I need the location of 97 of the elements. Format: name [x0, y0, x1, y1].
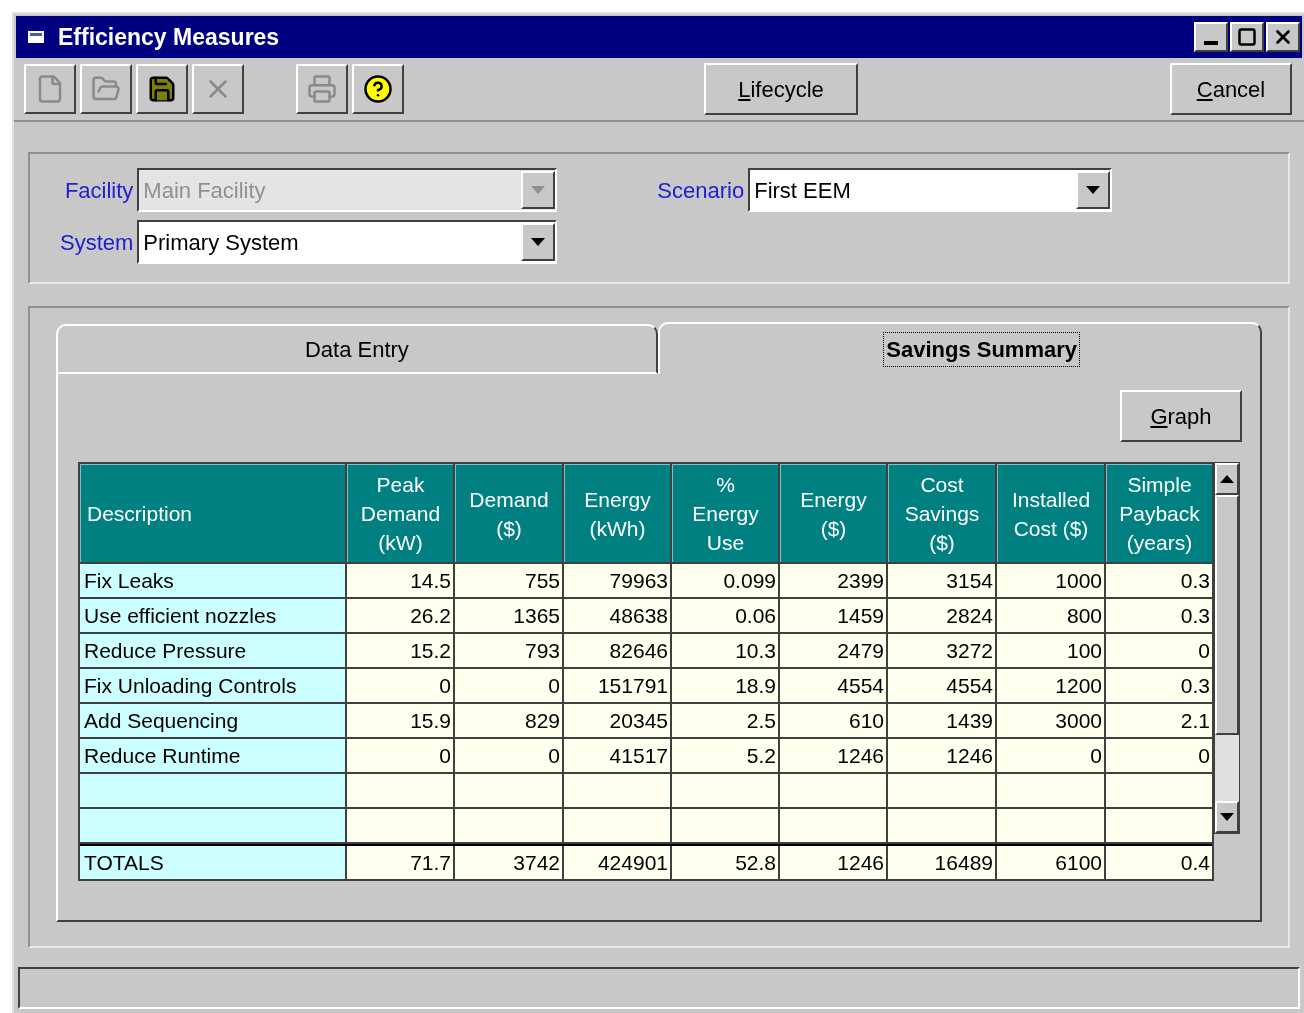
column-header: % Energy Use — [672, 464, 778, 562]
table-cell: 52.8 — [672, 846, 778, 879]
toolbar-button[interactable] — [352, 64, 404, 114]
toolbar-button[interactable] — [136, 64, 188, 114]
column-header: Simple Payback (years) — [1106, 464, 1212, 562]
table-cell: 3154 — [888, 564, 995, 597]
table-cell: 0 — [455, 669, 562, 702]
table-cell: 16489 — [888, 846, 995, 879]
table-cell: Fix Unloading Controls — [80, 669, 345, 702]
column-header: Description — [80, 464, 345, 562]
field-label: System — [60, 228, 134, 257]
vertical-scrollbar[interactable] — [1214, 462, 1240, 834]
field-label: Scenario — [657, 176, 745, 205]
table-cell: 6100 — [997, 846, 1104, 879]
table-cell: Use efficient nozzles — [80, 599, 345, 632]
table-cell: 71.7 — [347, 846, 453, 879]
table-cell: 1459 — [780, 599, 886, 632]
maximize-icon — [1237, 27, 1257, 47]
table-cell: 1000 — [997, 564, 1104, 597]
table-cell: Add Sequencing — [80, 704, 345, 737]
table-cell: 0.4 — [1106, 846, 1212, 879]
table-cell: 41517 — [564, 739, 670, 772]
column-header: Cost Savings ($) — [888, 464, 995, 562]
table-cell: Reduce Runtime — [80, 739, 345, 772]
table-cell: 48638 — [564, 599, 670, 632]
table-cell: 82646 — [564, 634, 670, 667]
table-cell: 26.2 — [347, 599, 453, 632]
table-cell: TOTALS — [80, 846, 345, 879]
help-icon — [363, 74, 393, 104]
table-cell: 2399 — [780, 564, 886, 597]
table-cell: 424901 — [564, 846, 670, 879]
table-cell: 755 — [455, 564, 562, 597]
tab[interactable]: Data Entry — [56, 324, 658, 374]
maximize-button[interactable] — [1230, 22, 1264, 52]
table-cell: 0 — [1106, 739, 1212, 772]
column-header: Peak Demand (kW) — [347, 464, 453, 562]
table-cell: 0 — [455, 739, 562, 772]
table-cell: 151791 — [564, 669, 670, 702]
table-cell: 15.9 — [347, 704, 453, 737]
column-header: Demand ($) — [455, 464, 562, 562]
table-cell: 1246 — [780, 846, 886, 879]
scroll-down-icon[interactable] — [1215, 801, 1239, 833]
close-button[interactable] — [1266, 22, 1300, 52]
table-cell: 5.2 — [672, 739, 778, 772]
lifecycle-button[interactable]: Lifecycle — [704, 63, 858, 115]
table-cell: 4554 — [780, 669, 886, 702]
table-cell: 1200 — [997, 669, 1104, 702]
table-cell: 793 — [455, 634, 562, 667]
scroll-thumb[interactable] — [1215, 495, 1239, 735]
table-cell: Fix Leaks — [80, 564, 345, 597]
table-cell: 0.099 — [672, 564, 778, 597]
column-header: Energy (kWh) — [564, 464, 670, 562]
save-icon — [147, 74, 177, 104]
column-header: Energy ($) — [780, 464, 886, 562]
table-cell: 610 — [780, 704, 886, 737]
table-cell: 1439 — [888, 704, 995, 737]
table-cell: Reduce Pressure — [80, 634, 345, 667]
table-cell: 1246 — [780, 739, 886, 772]
table-cell: 10.3 — [672, 634, 778, 667]
dropdown-field[interactable]: First EEM — [748, 168, 1113, 212]
dropdown-field[interactable]: Primary System — [137, 220, 558, 264]
field-label: Facility — [64, 176, 134, 205]
table-cell: 2.1 — [1106, 704, 1212, 737]
table-cell: 800 — [997, 599, 1104, 632]
minimize-button[interactable] — [1194, 22, 1228, 52]
column-header: Installed Cost ($) — [997, 464, 1104, 562]
table-cell: 0 — [997, 739, 1104, 772]
minimize-icon — [1204, 41, 1218, 45]
table-cell: 0 — [347, 669, 453, 702]
table-cell: 4554 — [888, 669, 995, 702]
cancel-button[interactable]: Cancel — [1170, 63, 1292, 115]
table-cell: 0 — [347, 739, 453, 772]
window-title: Efficiency Measures — [58, 22, 281, 52]
table-cell: 0 — [1106, 634, 1212, 667]
table-cell: 1246 — [888, 739, 995, 772]
table-cell: 3272 — [888, 634, 995, 667]
scroll-up-icon[interactable] — [1215, 463, 1239, 495]
table-cell: 18.9 — [672, 669, 778, 702]
table-cell: 14.5 — [347, 564, 453, 597]
table-cell: 79963 — [564, 564, 670, 597]
table-cell: 2479 — [780, 634, 886, 667]
table-cell: 20345 — [564, 704, 670, 737]
table-cell: 100 — [997, 634, 1104, 667]
table-cell: 2824 — [888, 599, 995, 632]
table-cell: 2.5 — [672, 704, 778, 737]
table-cell: 0.06 — [672, 599, 778, 632]
table-cell: 1365 — [455, 599, 562, 632]
tab[interactable]: Savings Summary — [657, 322, 1262, 374]
table-cell: 829 — [455, 704, 562, 737]
table-cell: 0.3 — [1106, 564, 1212, 597]
printer-icon — [307, 74, 337, 104]
table-cell: 0.3 — [1106, 669, 1212, 702]
table-cell: 0.3 — [1106, 599, 1212, 632]
table-cell: 3000 — [997, 704, 1104, 737]
table-cell: 3742 — [455, 846, 562, 879]
table-cell: 15.2 — [347, 634, 453, 667]
graph-button[interactable]: Graph — [1120, 390, 1242, 442]
